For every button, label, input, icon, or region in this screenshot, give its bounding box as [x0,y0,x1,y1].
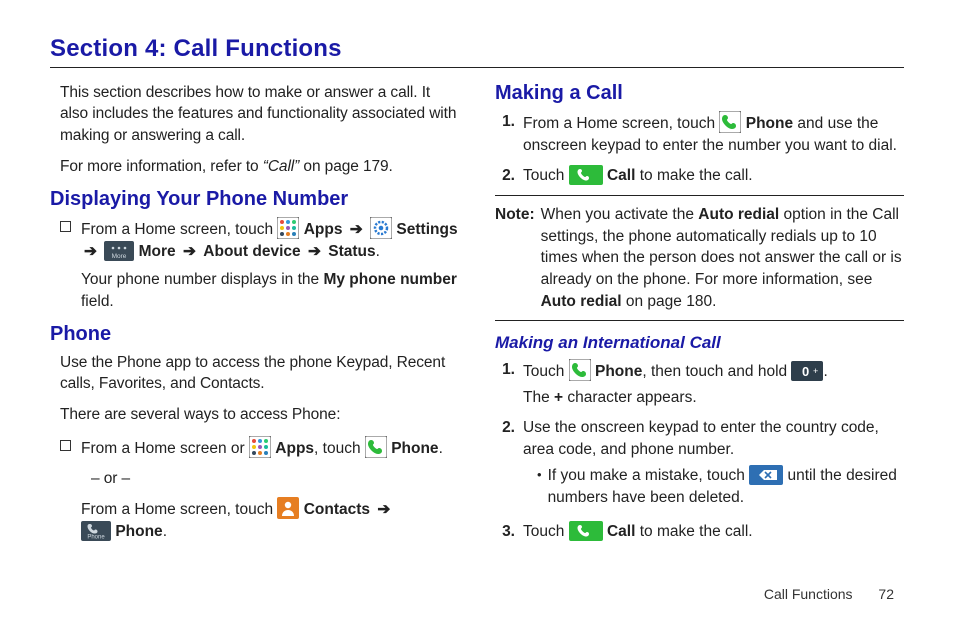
sub-bullet: • If you make a mistake, touch until the… [537,465,904,508]
step-number: 1. [495,359,515,409]
phone-icon [719,111,741,133]
period: . [439,440,443,457]
step: 1. From a Home screen, touch Phone and u… [495,111,904,157]
zero-plus-key-icon [791,361,823,381]
intro-paragraph: This section describes how to make or an… [60,82,459,146]
auto-redial-label: Auto redial [698,206,779,223]
step: 2. Touch Call to make the call. [495,165,904,187]
right-column: Making a Call 1. From a Home screen, tou… [495,82,904,551]
contacts-icon [277,497,299,519]
bullet-dot-icon: • [537,465,542,508]
apps-label: Apps [304,221,343,238]
phone-label: Phone [746,115,793,132]
text: From a Home screen, touch [523,115,719,132]
phone-icon [569,359,591,381]
making-call-steps: 1. From a Home screen, touch Phone and u… [495,111,904,187]
call-button-icon [569,521,603,541]
more-tab-icon [104,241,134,261]
call-button-icon [569,165,603,185]
or-divider: – or – [91,468,459,489]
phone-label: Phone [115,523,162,540]
apps-icon [277,217,299,239]
call-label: Call [607,523,635,540]
text: , touch [314,440,365,457]
period: . [163,523,167,540]
about-device-label: About device [203,243,300,260]
step: 1. Touch Phone, then touch and hold . Th… [495,359,904,409]
status-label: Status [328,243,375,260]
text: to make the call. [635,167,752,184]
text: character appears. [563,389,697,406]
arrow-icon: ➔ [180,243,199,260]
period: . [376,243,380,260]
text: field. [81,293,114,310]
phone-label: Phone [595,363,642,380]
phone-tab-icon [81,521,111,541]
phone-desc: Use the Phone app to access the phone Ke… [60,352,459,395]
note-body: When you activate the Auto redial option… [541,204,904,312]
page-footer: Call Functions 72 [764,586,894,602]
contacts-label: Contacts [304,501,370,518]
apps-icon [249,436,271,458]
step: 3. Touch Call to make the call. [495,521,904,543]
step-number: 3. [495,521,515,543]
text: Use the onscreen keypad to enter the cou… [523,419,879,458]
arrow-icon: ➔ [374,501,393,518]
period: . [823,363,827,380]
text: Touch [523,167,569,184]
title-rule [50,67,904,68]
step-number: 2. [495,165,515,187]
phone-ways: There are several ways to access Phone: [60,404,459,425]
note-box: Note: When you activate the Auto redial … [495,195,904,321]
step-number: 1. [495,111,515,157]
more-label: More [139,243,176,260]
phone-label: Phone [391,440,438,457]
phone-icon [365,436,387,458]
intl-call-steps: 1. Touch Phone, then touch and hold . Th… [495,359,904,542]
auto-redial-label: Auto redial [541,293,622,310]
bullet-item: From a Home screen or Apps, touch Phone.… [60,436,459,543]
text: If you make a mistake, touch [548,467,750,484]
text: When you activate the [541,206,699,223]
call-ref: “Call” [263,158,299,175]
text: From a Home screen or [81,440,249,457]
heading-phone: Phone [50,323,459,346]
my-phone-number-label: My phone number [323,271,456,288]
text: Touch [523,523,569,540]
text: on page 180. [622,293,717,310]
note-lead: Note: [495,204,535,312]
heading-making-call: Making a Call [495,82,904,105]
square-bullet-icon [60,221,71,232]
text: For more information, refer to [60,158,263,175]
text: From a Home screen, touch [81,501,277,518]
intro-ref: For more information, refer to “Call” on… [60,156,459,177]
arrow-icon: ➔ [347,221,366,238]
text: to make the call. [635,523,752,540]
step-number: 2. [495,417,515,512]
plus-label: + [554,389,563,406]
footer-section-label: Call Functions [764,586,853,602]
text: From a Home screen, touch [81,221,277,238]
arrow-icon: ➔ [305,243,324,260]
call-label: Call [607,167,635,184]
arrow-icon: ➔ [81,243,100,260]
heading-displaying-number: Displaying Your Phone Number [50,188,459,211]
text: The [523,389,554,406]
text: Touch [523,363,569,380]
settings-label: Settings [396,221,457,238]
backspace-icon [749,465,783,485]
page-number: 72 [878,586,894,602]
square-bullet-icon [60,440,71,451]
settings-icon [370,217,392,239]
heading-intl-call: Making an International Call [495,333,904,353]
bullet-item: From a Home screen, touch Apps ➔ Setting… [60,217,459,313]
step: 2. Use the onscreen keypad to enter the … [495,417,904,512]
apps-label: Apps [275,440,314,457]
text: , then touch and hold [642,363,791,380]
left-column: This section describes how to make or an… [50,82,459,551]
text: on page 179. [299,158,393,175]
text: Your phone number displays in the [81,271,323,288]
section-title: Section 4: Call Functions [50,35,904,63]
